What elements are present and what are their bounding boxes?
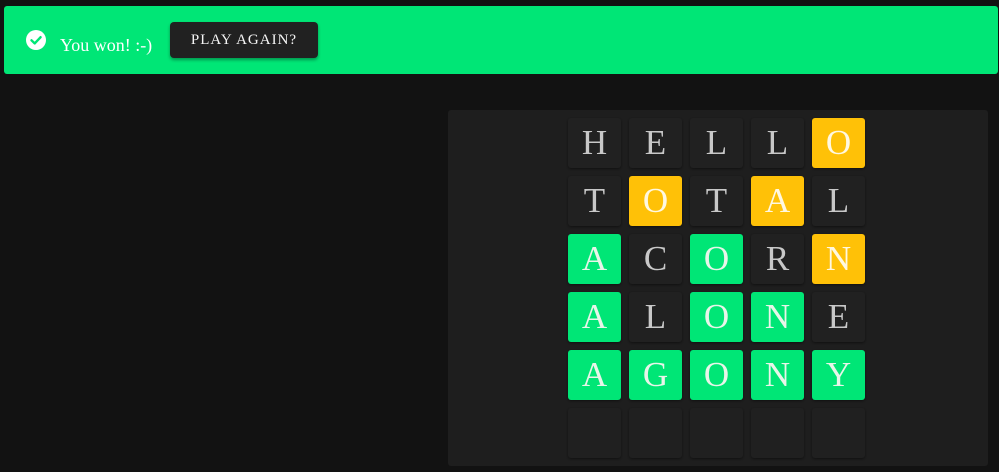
tile-absent: L bbox=[812, 176, 865, 226]
tile-absent: L bbox=[690, 118, 743, 168]
tile-empty bbox=[812, 408, 865, 458]
tile-empty bbox=[751, 408, 804, 458]
tile-correct: A bbox=[568, 234, 621, 284]
tile-empty bbox=[690, 408, 743, 458]
tile-absent: C bbox=[629, 234, 682, 284]
tile-correct: O bbox=[690, 234, 743, 284]
win-message: You won! :-) bbox=[60, 35, 153, 55]
tile-correct: G bbox=[629, 350, 682, 400]
tile-correct: O bbox=[690, 292, 743, 342]
tile-correct: N bbox=[751, 292, 804, 342]
tile-correct: Y bbox=[812, 350, 865, 400]
tile-empty bbox=[629, 408, 682, 458]
play-again-button[interactable]: PLAY AGAIN? bbox=[170, 22, 318, 58]
check-circle-icon bbox=[26, 30, 46, 50]
tile-absent: E bbox=[629, 118, 682, 168]
tile-present: O bbox=[629, 176, 682, 226]
tile-present: O bbox=[812, 118, 865, 168]
tile-empty bbox=[568, 408, 621, 458]
tile-absent: R bbox=[751, 234, 804, 284]
tile-correct: N bbox=[751, 350, 804, 400]
tile-correct: O bbox=[690, 350, 743, 400]
tile-absent: L bbox=[751, 118, 804, 168]
tile-correct: A bbox=[568, 292, 621, 342]
tile-present: A bbox=[751, 176, 804, 226]
tile-absent: T bbox=[690, 176, 743, 226]
tile-absent: L bbox=[629, 292, 682, 342]
tile-present: N bbox=[812, 234, 865, 284]
tile-correct: A bbox=[568, 350, 621, 400]
tile-absent: T bbox=[568, 176, 621, 226]
win-banner: You won! :-) PLAY AGAIN? bbox=[4, 6, 998, 74]
tile-absent: H bbox=[568, 118, 621, 168]
letter-grid: HELLOTOTALACORNALONEAGONY bbox=[568, 118, 865, 458]
game-board-panel: HELLOTOTALACORNALONEAGONY bbox=[448, 110, 988, 466]
tile-absent: E bbox=[812, 292, 865, 342]
